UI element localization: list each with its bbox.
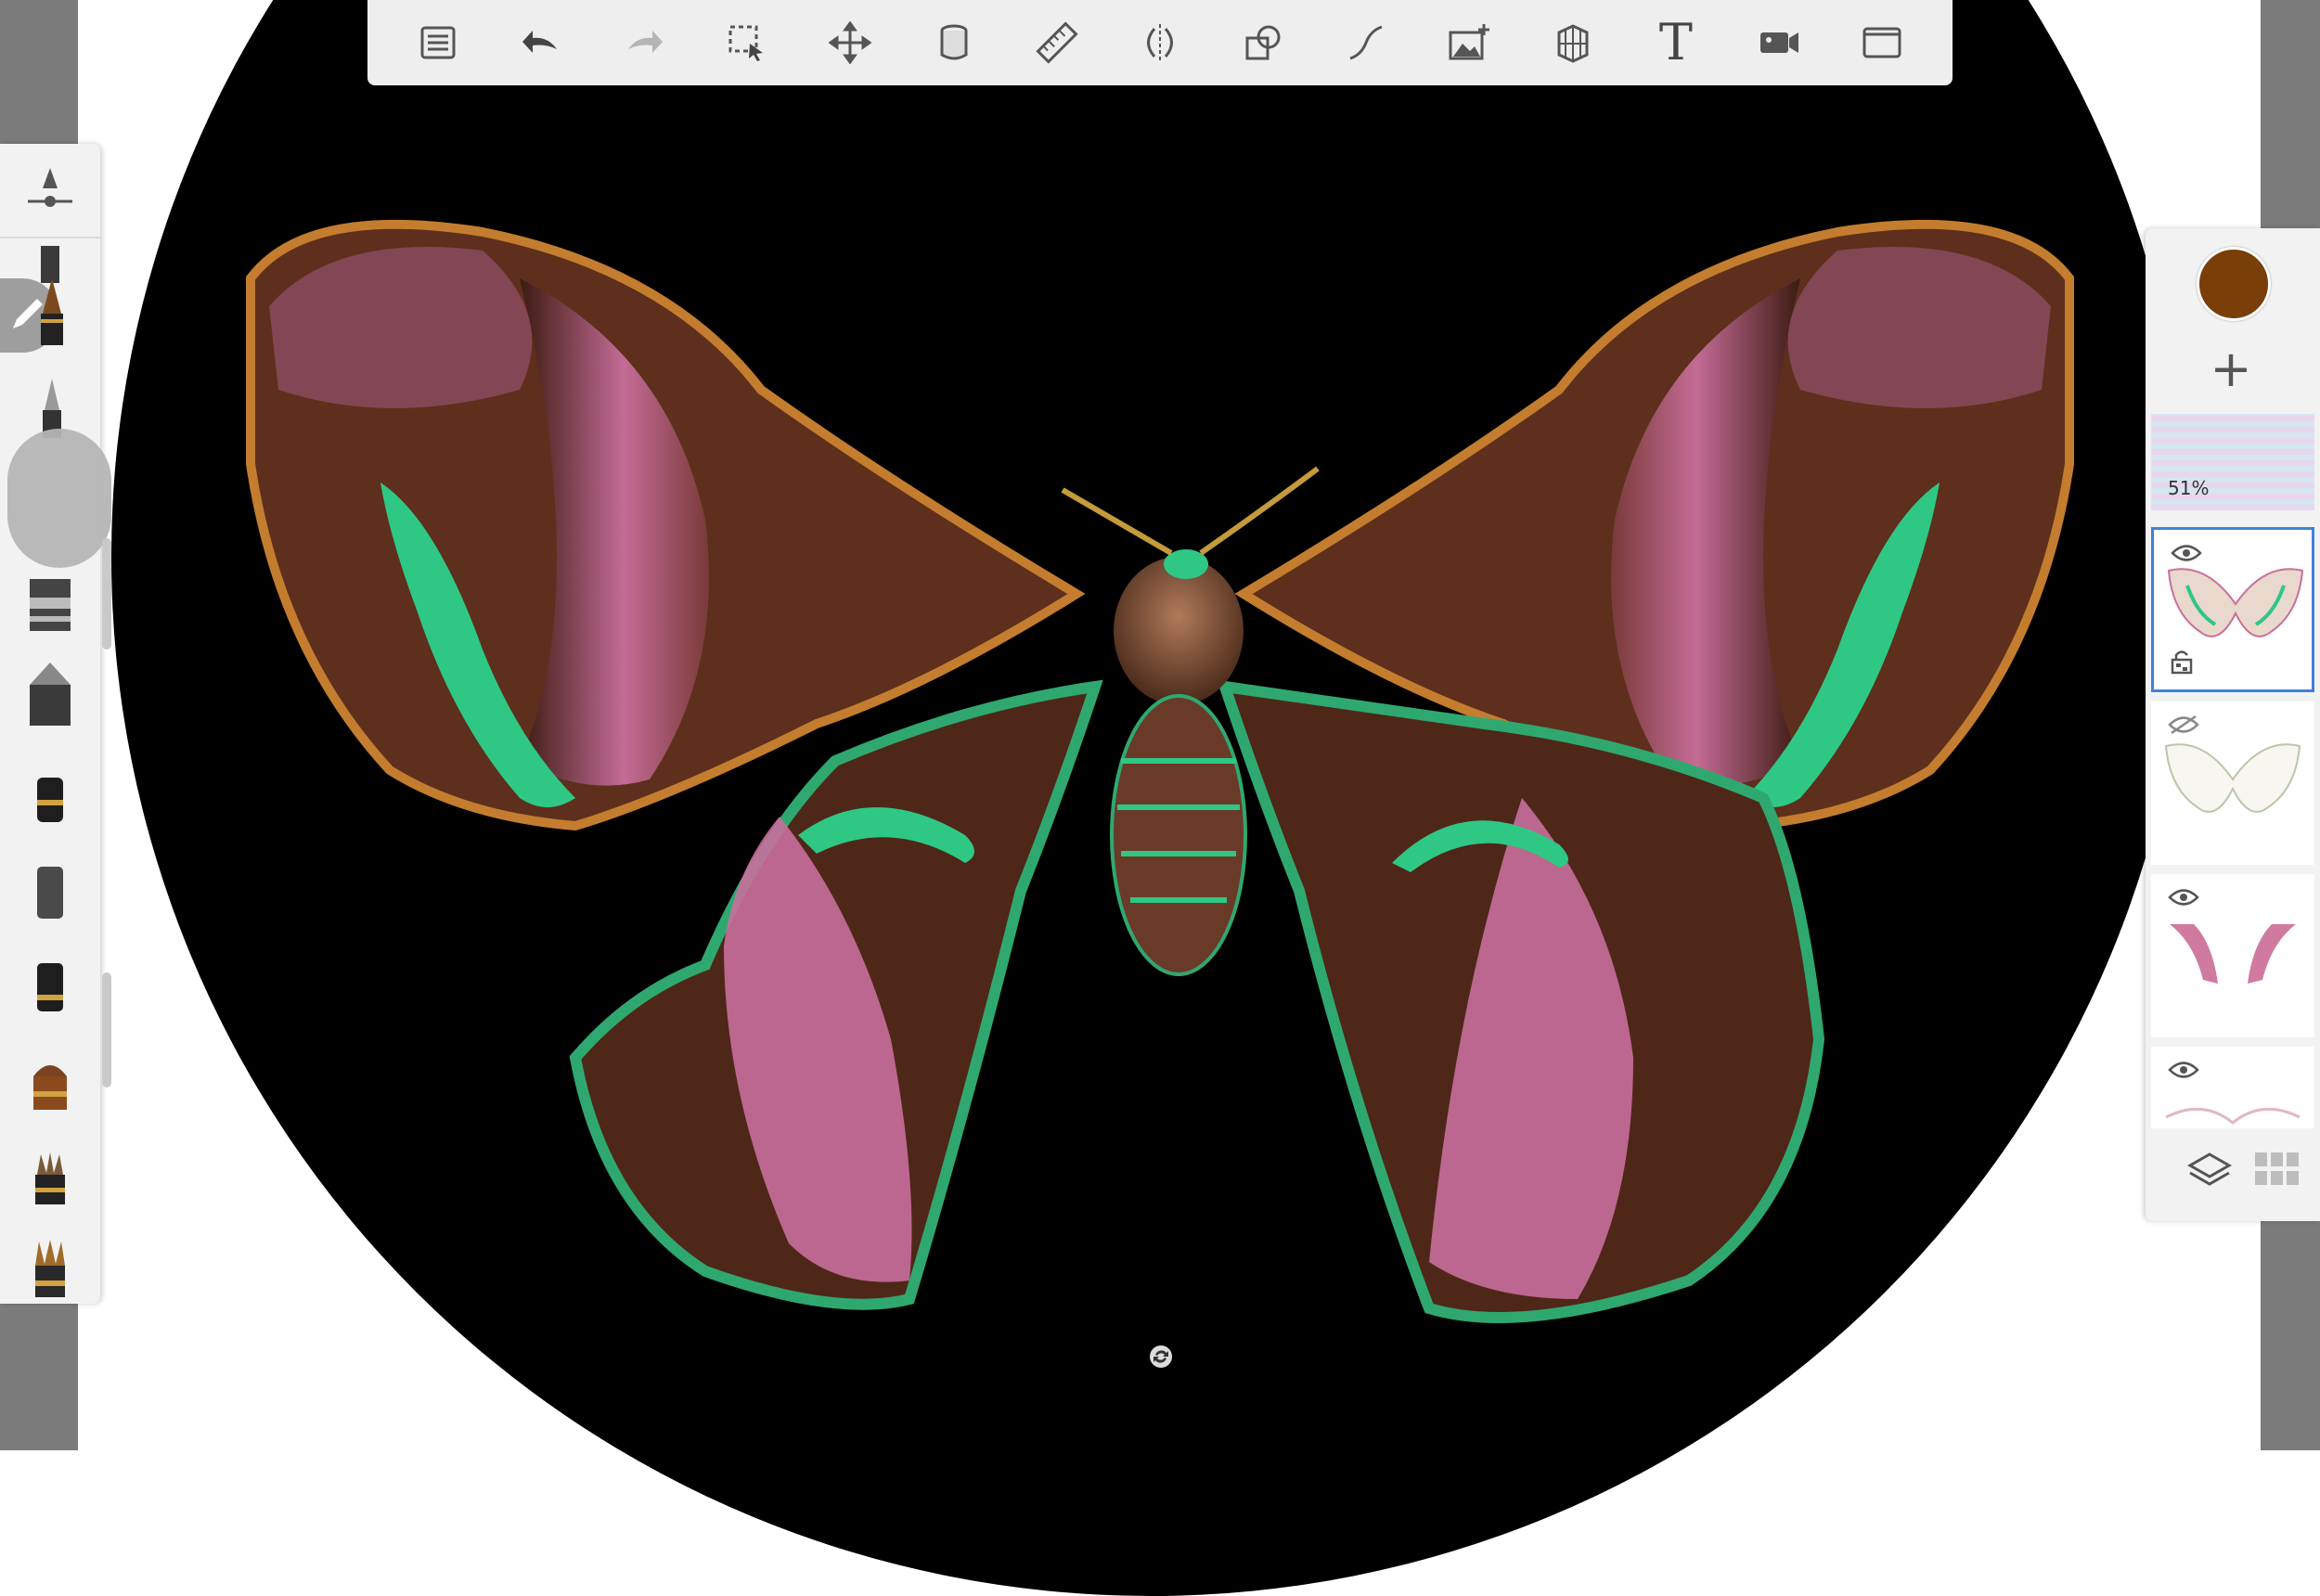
paint-bucket-icon[interactable] (921, 9, 987, 76)
layer-panel: + 51% (2146, 228, 2320, 1221)
fullscreen-icon[interactable] (1849, 9, 1915, 76)
layer-moth-lineart[interactable] (2151, 701, 2314, 865)
fan-brush[interactable] (28, 1151, 72, 1206)
insert-image-icon[interactable] (1436, 9, 1502, 76)
text-icon[interactable]: T (1643, 9, 1709, 76)
shapes-icon[interactable] (1230, 9, 1296, 76)
layer-thumbnail (2164, 743, 2301, 813)
brush-palette-scroll-handle[interactable] (102, 538, 111, 650)
background-layer[interactable]: 51% (2151, 414, 2314, 510)
moth-artwork[interactable] (0, 0, 2320, 1450)
eye-icon[interactable] (2168, 887, 2199, 907)
alpha-lock-icon[interactable] (2171, 649, 2193, 675)
perspective-grid-icon[interactable] (1540, 9, 1606, 76)
move-arrows-icon[interactable] (817, 9, 883, 76)
stroke-curve-icon[interactable] (1333, 9, 1399, 76)
eye-icon[interactable] (2168, 1060, 2199, 1080)
layer-thumbnail (2170, 924, 2296, 984)
ruler-icon[interactable] (1024, 9, 1090, 76)
redo-icon[interactable] (611, 9, 677, 76)
grid-view-icon[interactable] (2255, 1152, 2300, 1186)
brush-size-opacity-icon[interactable] (24, 164, 76, 216)
moth-abdomen (1110, 694, 1247, 976)
layer-moth-color[interactable] (2151, 527, 2314, 692)
current-color-swatch[interactable] (2197, 247, 2271, 321)
layer-moth-sketch[interactable] (2151, 1047, 2314, 1128)
brush-palette-resize-handle[interactable] (102, 972, 111, 1088)
undo-icon[interactable] (508, 9, 574, 76)
list-icon[interactable] (405, 9, 471, 76)
brush-palette-divider (0, 237, 100, 238)
add-layer-button[interactable]: + (2201, 340, 2261, 399)
layer-thumbnail (2167, 568, 2304, 637)
chisel-brush[interactable] (24, 661, 76, 727)
moth-thorax (1114, 557, 1244, 705)
text-icon-glyph: T (1658, 13, 1693, 71)
flat-brush[interactable] (28, 1238, 72, 1299)
marker-brush[interactable] (24, 575, 76, 635)
paint-brush[interactable] (30, 961, 71, 1013)
top-toolbar: T (367, 0, 1953, 85)
background-opacity-label: 51% (2168, 477, 2210, 499)
soft-brush[interactable] (30, 865, 71, 920)
layer-thumbnail (2165, 1107, 2301, 1125)
canvas-rotate-reset-icon[interactable] (1148, 1344, 1174, 1370)
layer-moth-pink[interactable] (2151, 874, 2314, 1037)
fineliner-brush[interactable] (28, 277, 76, 351)
video-camera-icon[interactable] (1746, 9, 1812, 76)
layers-icon[interactable] (2186, 1147, 2233, 1193)
right-antenna (1199, 466, 1320, 556)
left-antenna (1061, 487, 1173, 556)
eye-hidden-icon[interactable] (2168, 714, 2199, 735)
selection-icon[interactable] (714, 9, 780, 76)
felt-pen-brush[interactable] (30, 776, 71, 824)
round-brush[interactable] (28, 1054, 72, 1112)
symmetry-icon[interactable] (1127, 9, 1193, 76)
brush-size-slider[interactable] (7, 429, 111, 568)
